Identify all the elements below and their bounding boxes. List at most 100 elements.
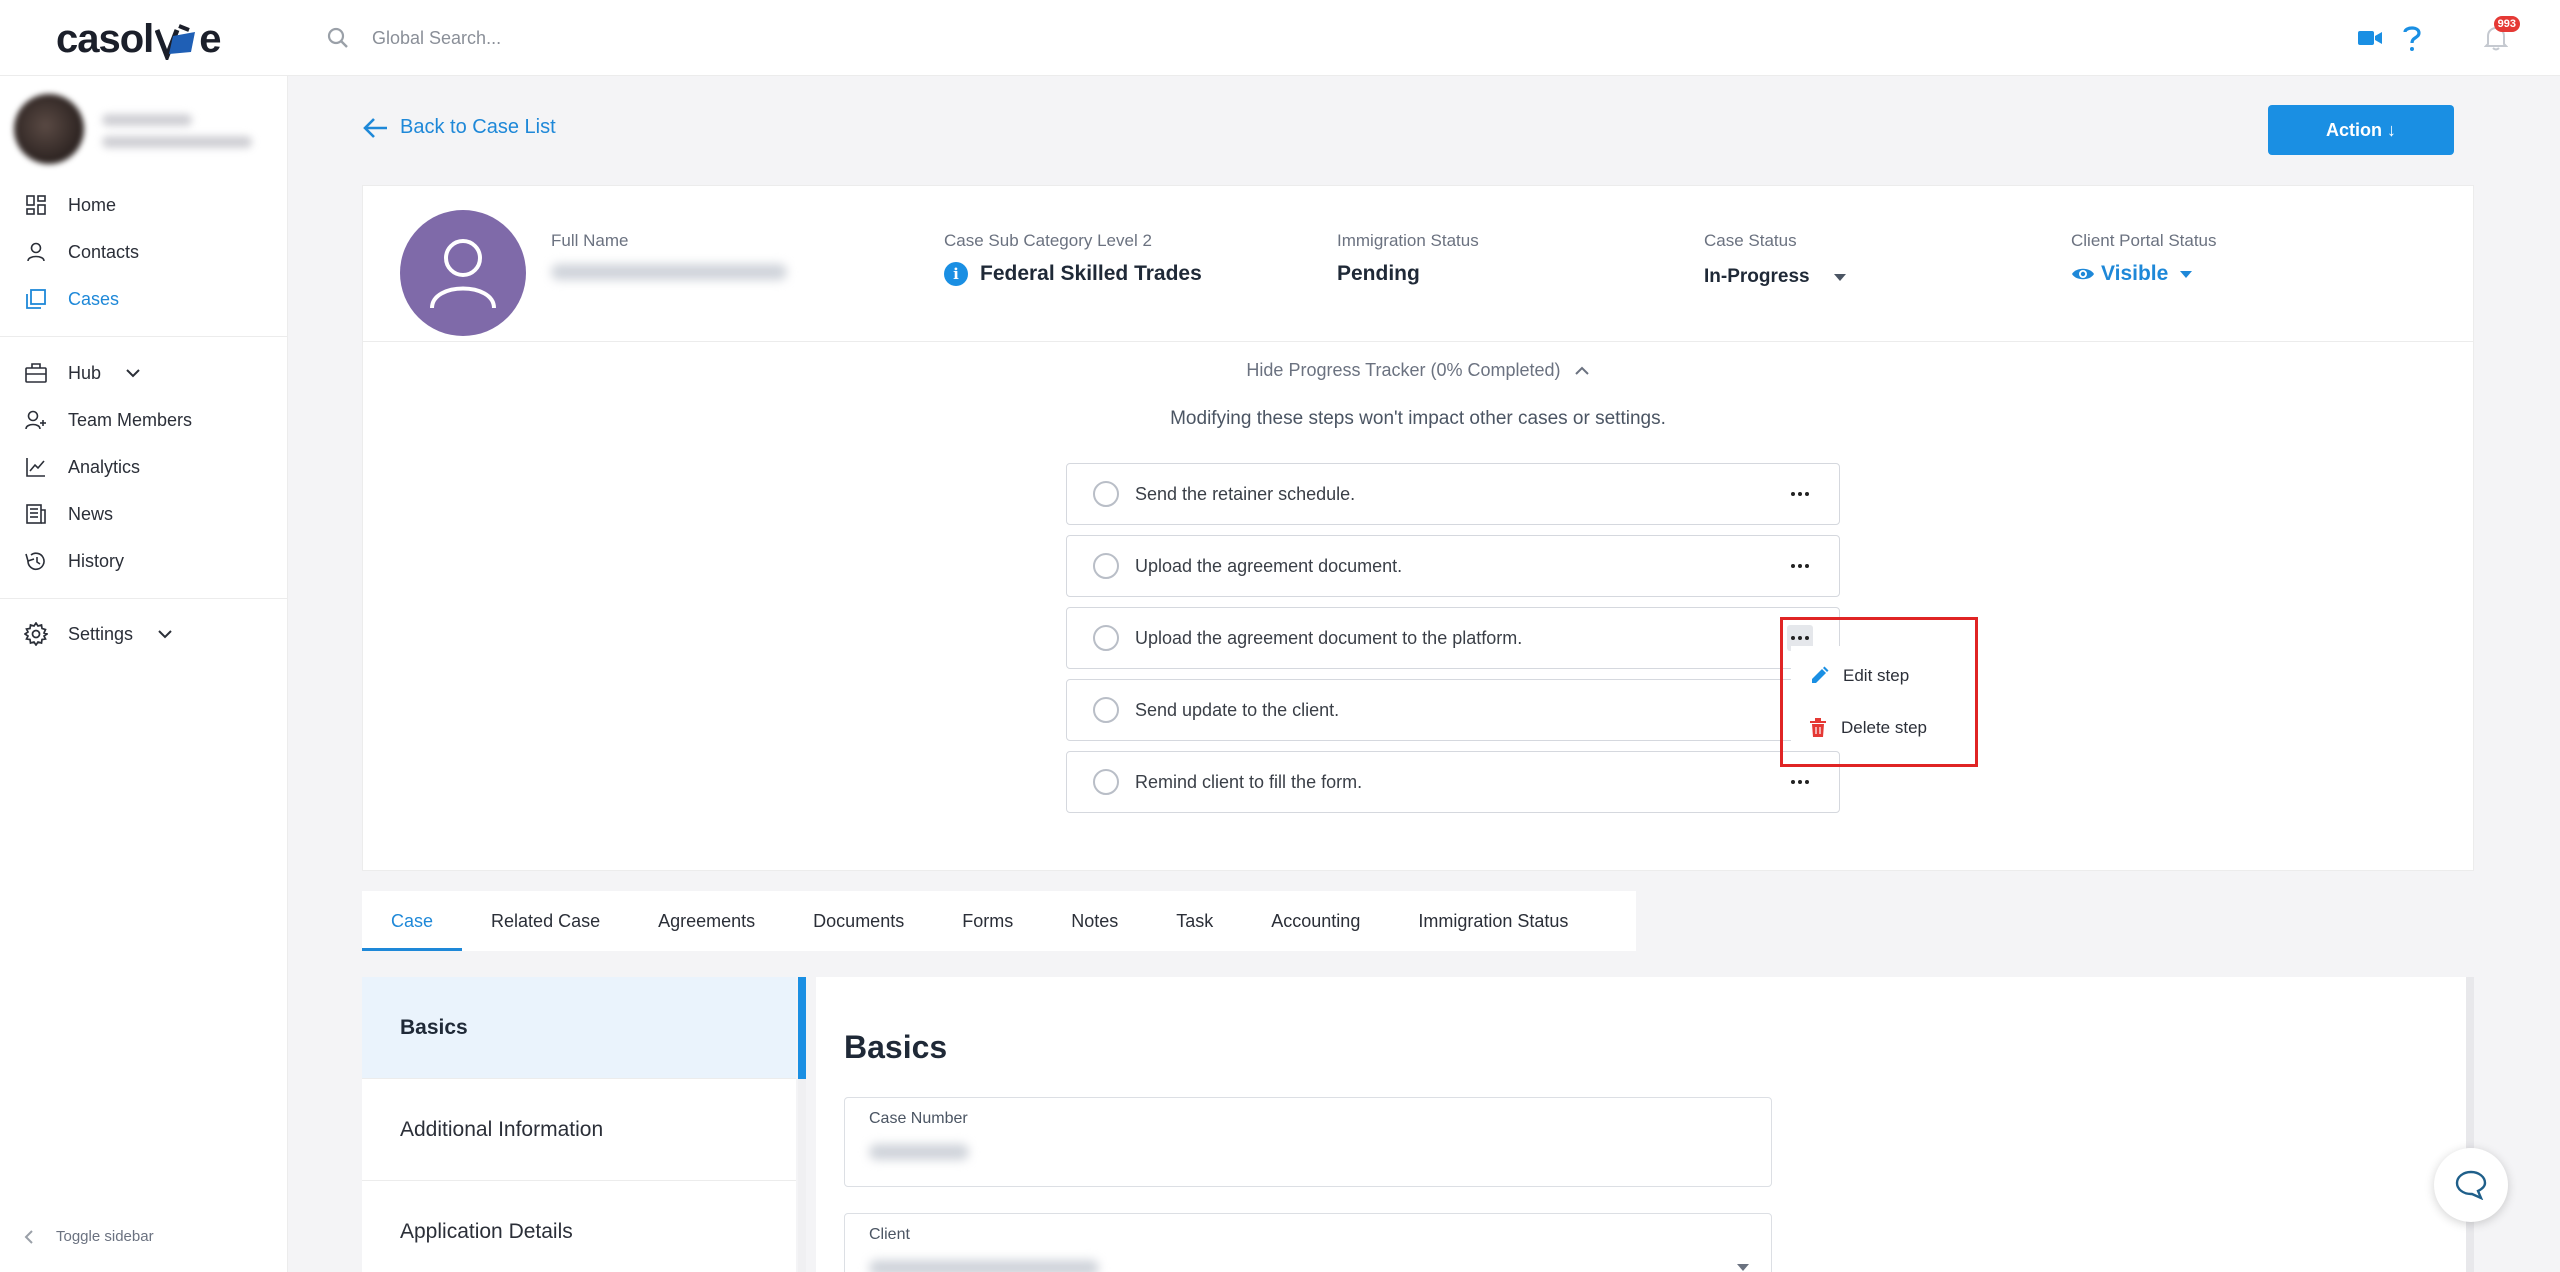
sidebar-label: Analytics [68,456,141,477]
notification-badge: 993 [2493,16,2520,32]
case-number-field[interactable]: Case Number [844,1097,1772,1187]
sidebar-item-history[interactable]: History [0,540,288,582]
progress-step: Remind client to fill the form. [1066,751,1840,813]
sidebar-item-settings[interactable]: Settings [0,613,288,655]
top-bar: casol e 993 [0,0,2560,76]
section-title: Basics [844,1029,948,1065]
sidebar: Home Contacts Cases Hub Team Members Ana… [0,76,288,1272]
section-nav-application-details[interactable]: Application Details [362,1181,796,1272]
card-divider [363,341,2473,342]
sidebar-label: Home [68,194,117,215]
sidebar-item-contacts[interactable]: Contacts [0,231,288,273]
newspaper-icon [24,502,48,526]
tab-task[interactable]: Task [1147,891,1242,951]
sidebar-label: Contacts [68,241,140,262]
step-checkbox[interactable] [1093,625,1119,651]
edit-step-label: Edit step [1843,666,1910,685]
tab-agreements[interactable]: Agreements [629,891,784,951]
step-more-button[interactable] [1787,769,1813,795]
case-number-value-blurred [869,1144,969,1160]
global-search-input[interactable] [372,20,972,56]
cases-icon [24,287,48,311]
toggle-sidebar-label: Toggle sidebar [56,1228,154,1245]
briefcase-icon [24,361,48,385]
sidebar-label: Hub [68,362,102,383]
hide-progress-tracker-toggle[interactable]: Hide Progress Tracker (0% Completed) [363,360,2473,381]
sidebar-item-cases[interactable]: Cases [0,278,288,320]
step-text: Remind client to fill the form. [1135,771,1363,792]
client-portal-status-dropdown[interactable]: Visible [2071,262,2193,286]
trash-icon [1810,718,1826,737]
notification-bell-icon[interactable]: 993 [2478,16,2520,56]
sidebar-label: Cases [68,288,120,309]
section-nav-additional-information[interactable]: Additional Information [362,1079,796,1181]
delete-step-menu-item[interactable]: Delete step [1791,708,1961,748]
tab-related-case[interactable]: Related Case [462,891,629,951]
video-call-icon[interactable] [2352,20,2388,56]
person-placeholder-icon [430,239,496,309]
sidebar-item-team-members[interactable]: Team Members [0,399,288,441]
sidebar-divider [0,598,288,599]
tab-accounting[interactable]: Accounting [1242,891,1389,951]
content-scrollbar[interactable] [2466,977,2474,1272]
sub-category-label: Case Sub Category Level 2 [944,231,1152,250]
person-add-icon [24,408,48,432]
section-nav-scrollbar-track[interactable] [798,1079,806,1272]
client-field[interactable]: Client [844,1213,1772,1272]
step-checkbox[interactable] [1093,553,1119,579]
caret-down-icon [1737,1264,1749,1271]
step-text: Upload the agreement document to the pla… [1135,627,1523,648]
case-tabs: Case Related Case Agreements Documents F… [362,891,1636,951]
chat-support-button[interactable] [2434,1148,2508,1222]
more-horizontal-icon [1791,492,1809,496]
client-label: Client [869,1226,910,1243]
tab-case[interactable]: Case [362,891,463,951]
case-status-dropdown[interactable]: In-Progress [1704,266,1846,288]
edit-step-menu-item[interactable]: Edit step [1791,656,1961,696]
sidebar-label: News [68,503,114,524]
step-text: Send update to the client. [1135,699,1340,720]
step-checkbox[interactable] [1093,481,1119,507]
full-name-value-blurred [551,264,787,280]
client-portal-status-text: Visible [2101,262,2169,285]
search-icon [326,26,350,50]
sidebar-label: Team Members [68,409,193,430]
step-more-button[interactable] [1787,481,1813,507]
arrow-left-icon [363,117,387,138]
action-button[interactable]: Action ↓ [2268,105,2454,155]
client-portal-status-label: Client Portal Status [2071,231,2217,250]
chat-bubble-icon [2455,1170,2487,1200]
tracker-note: Modifying these steps won't impact other… [1170,408,1666,429]
tab-immigration-status[interactable]: Immigration Status [1389,891,1597,951]
help-icon[interactable] [2394,20,2430,56]
user-profile[interactable] [14,94,274,170]
back-to-case-list-link[interactable]: Back to Case List [362,116,556,139]
logo-text-left: casol [56,16,154,61]
info-icon[interactable]: i [944,262,968,286]
tab-notes[interactable]: Notes [1042,891,1147,951]
case-status-label: Case Status [1704,231,1797,250]
user-email-blurred [102,136,252,148]
tracker-toggle-label: Hide Progress Tracker (0% Completed) [1246,360,1561,380]
toggle-sidebar-button[interactable]: Toggle sidebar [24,1228,154,1245]
step-checkbox[interactable] [1093,769,1119,795]
more-horizontal-icon [1791,636,1809,640]
step-text: Upload the agreement document. [1135,555,1403,576]
sidebar-label: History [68,550,125,571]
sidebar-item-news[interactable]: News [0,493,288,535]
section-nav-scrollbar-thumb[interactable] [798,977,806,1079]
sidebar-item-hub[interactable]: Hub [0,352,288,394]
progress-step: Send update to the client. [1066,679,1840,741]
tab-documents[interactable]: Documents [784,891,933,951]
section-nav-basics[interactable]: Basics [362,977,796,1079]
sidebar-item-home[interactable]: Home [0,184,288,226]
casolve-logo[interactable]: casol e [56,14,222,64]
eye-icon [2072,268,2094,280]
delete-step-label: Delete step [1841,718,1927,737]
sub-category-text: Federal Skilled Trades [980,262,1202,285]
tab-forms[interactable]: Forms [933,891,1042,951]
sidebar-item-analytics[interactable]: Analytics [0,446,288,488]
caret-down-icon [1833,273,1846,281]
step-checkbox[interactable] [1093,697,1119,723]
step-more-button[interactable] [1787,553,1813,579]
